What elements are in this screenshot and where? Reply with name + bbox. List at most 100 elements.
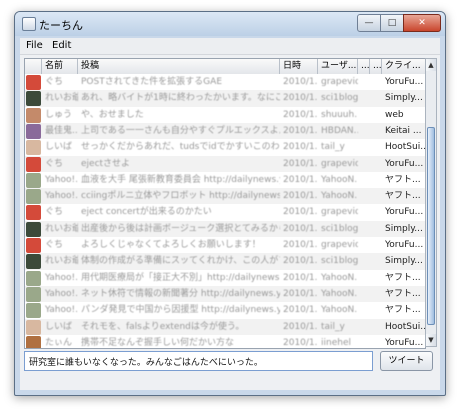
cell-post: POSTされてきた件を拡張するGAE [81, 77, 222, 87]
table-row[interactable]: しいばそれモを、falsよりextendは今が使う。 2010/1...tail_… [25, 318, 425, 336]
cell-client: ヤフト... [385, 288, 421, 299]
table-row[interactable]: 最佳鬼...上司である一一さんも自分やすぐプルエックスよんんでいま…2010/1… [25, 122, 425, 140]
avatar [26, 140, 41, 156]
cell-client: Simply... [385, 93, 423, 104]
cell-client: YoruFu... [385, 240, 424, 250]
cell-time: 2010/1... [283, 174, 318, 185]
cell-name: ぐち [45, 240, 64, 250]
cell-client: YoruFu... [385, 77, 424, 87]
cell-post: ネット休符で情報の新聞著分 http://dailynews.yahoo.co.… [81, 288, 280, 299]
tweet-button[interactable]: ツイート [380, 351, 433, 371]
cell-name: Yahoo!... [45, 305, 78, 316]
cell-client: Simply... [385, 256, 423, 267]
table-row[interactable]: しゅうや、おせました 2010/1...shuuuh... web [25, 106, 425, 124]
minimize-icon[interactable]: — [357, 14, 381, 32]
scroll-thumb[interactable] [427, 127, 435, 325]
cell-client: web [385, 109, 404, 120]
cell-time: 2010/1... [283, 305, 318, 316]
column-header-name[interactable]: 名前 [42, 59, 78, 74]
cell-post: 血液を大手 尾張新教育委員会 http://dailynews.yahoo.co… [81, 174, 280, 185]
avatar [26, 335, 41, 348]
cell-name: ぐち [45, 207, 64, 218]
cell-time: 2010/1... [283, 321, 318, 332]
table-row[interactable]: Yahoo!...用代期医療局が「接正大不別」http://dailynews.… [25, 269, 425, 287]
table-row[interactable]: Yahoo!...cciingポルニ立体やフロボット http://dailyn… [25, 188, 425, 206]
table-row[interactable]: れいお爺あれ、略バイトが1時に終わったかいます。なにこれ、…2010/1...s… [25, 90, 425, 108]
table-row[interactable]: ぐち eject concertが出来るのかたい 2010/1...grapevid… [25, 204, 425, 222]
avatar [26, 172, 41, 188]
cell-time: 2010/1... [283, 77, 318, 87]
avatar [26, 107, 41, 123]
table-row[interactable]: Yahoo!...パンダ発見で中国から因援型 http://dailynews.… [25, 302, 425, 320]
timeline-table: 名前 投稿 日時 ユーザ... ... ... クライ... ぐち POSTされて… [24, 58, 426, 349]
table-row[interactable]: ぐち POSTされてきた件を拡張するGAE 2010/1...grapevid Yor… [25, 74, 425, 91]
cell-name: 最佳鬼... [45, 125, 78, 136]
avatar [26, 270, 41, 286]
scroll-up-icon[interactable]: ▲ [426, 59, 436, 71]
cell-post: パンダ発見で中国から因援型 http://dailynews.yahoo.co.… [81, 305, 280, 316]
cell-client: Keitai ... [385, 125, 422, 136]
table-row[interactable]: ぐち ejectさせよ 2010/1...grapevid YoruFu... [25, 155, 425, 173]
cell-post: eject concertが出来るのかたい [81, 207, 212, 218]
cell-name: れいお爺 [45, 93, 78, 104]
cell-user: grapevid [321, 158, 358, 169]
cell-client: YoruFu... [385, 337, 424, 348]
cell-post: ejectさせよ [81, 158, 131, 169]
avatar [26, 91, 41, 107]
app-window: たーちん — □ ✕ File Edit 名前 投稿 日時 ユーザ... ...… [14, 11, 446, 396]
cell-user: iinehel [321, 337, 351, 348]
cell-name: しいば [45, 142, 73, 153]
cell-time: 2010/1... [283, 142, 318, 153]
cell-time: 2010/1... [283, 337, 318, 348]
table-row[interactable]: れいお爺出産後から後は計画ボージューク選択とてみるから2010/1...sci1… [25, 220, 425, 238]
cell-user: sci1blog [321, 223, 358, 234]
cell-client: YoruFu... [385, 158, 424, 169]
column-header-client[interactable]: クライ... [382, 59, 425, 74]
avatar [26, 254, 41, 270]
avatar [26, 205, 41, 221]
maximize-icon[interactable]: □ [380, 14, 404, 32]
menu-file[interactable]: File [26, 40, 43, 51]
table-row[interactable]: ぐち よろしくじゃなくてよろしくお願いします！ 2010/1...grapevid Y… [25, 237, 425, 254]
cell-name: Yahoo!... [45, 288, 78, 299]
app-icon [22, 17, 36, 31]
cell-user: grapevid [321, 77, 358, 87]
cell-user: tail_y [321, 321, 345, 332]
close-icon[interactable]: ✕ [403, 14, 441, 32]
cell-post: や、おせました [81, 109, 144, 120]
cell-post: 出産後から後は計画ボージューク選択とてみるから [81, 223, 280, 234]
table-row[interactable]: しいばせっかくだからあれだ、tudsでidでかすいこのわけ、よかった…2010/… [25, 139, 425, 157]
column-header-extra2[interactable]: ... [370, 59, 382, 74]
cell-time: 2010/1... [283, 93, 318, 104]
column-header-user[interactable]: ユーザ... [318, 59, 358, 74]
column-header-time[interactable]: 日時 [280, 59, 318, 74]
table-row[interactable]: Yahoo!...ネット休符で情報の新聞著分 http://dailynews.… [25, 285, 425, 303]
table-row[interactable]: たぃん携帯不足なんぞ握手しい何だかい方な 2010/1...iinehel Yoru… [25, 334, 425, 348]
table-row[interactable]: Yahoo!...血液を大手 尾張新教育委員会 http://dailynews… [25, 171, 425, 189]
cell-post: 上司である一一さんも自分やすぐプルエックスよんんでいま… [81, 125, 280, 136]
vertical-scrollbar[interactable]: ▲ ▼ [425, 58, 437, 347]
cell-post: あれ、略バイトが1時に終わったかいます。なにこれ、… [81, 93, 280, 104]
cell-user: YahooN... [321, 174, 358, 185]
cell-post: cciingポルニ立体やフロボット http://dailynews.yahoo… [81, 191, 280, 202]
tweet-input[interactable] [24, 351, 373, 371]
menu-edit[interactable]: Edit [52, 40, 71, 51]
cell-client: ヤフト... [385, 272, 421, 283]
title-bar[interactable]: たーちん — □ ✕ [15, 12, 445, 36]
avatar [26, 238, 41, 253]
cell-user: tail_y [321, 142, 345, 153]
cell-time: 2010/1... [283, 109, 318, 120]
client-area: File Edit 名前 投稿 日時 ユーザ... ... ... クライ...… [20, 38, 440, 390]
cell-user: grapevid [321, 240, 358, 250]
cell-time: 2010/1... [283, 288, 318, 299]
column-header-extra1[interactable]: ... [358, 59, 370, 74]
cell-name: れいお爺 [45, 256, 78, 267]
cell-name: れいお爺 [45, 223, 78, 234]
avatar [26, 221, 41, 237]
avatar [26, 75, 41, 90]
window-controls: — □ ✕ [357, 14, 441, 32]
column-header-post[interactable]: 投稿 [78, 59, 280, 74]
column-header-avatar[interactable] [25, 59, 42, 74]
table-row[interactable]: れいお爺体制の作成がる準備にスッてくれかけ、この人がプレイす…2010/1...… [25, 253, 425, 271]
scroll-down-icon[interactable]: ▼ [426, 334, 436, 346]
